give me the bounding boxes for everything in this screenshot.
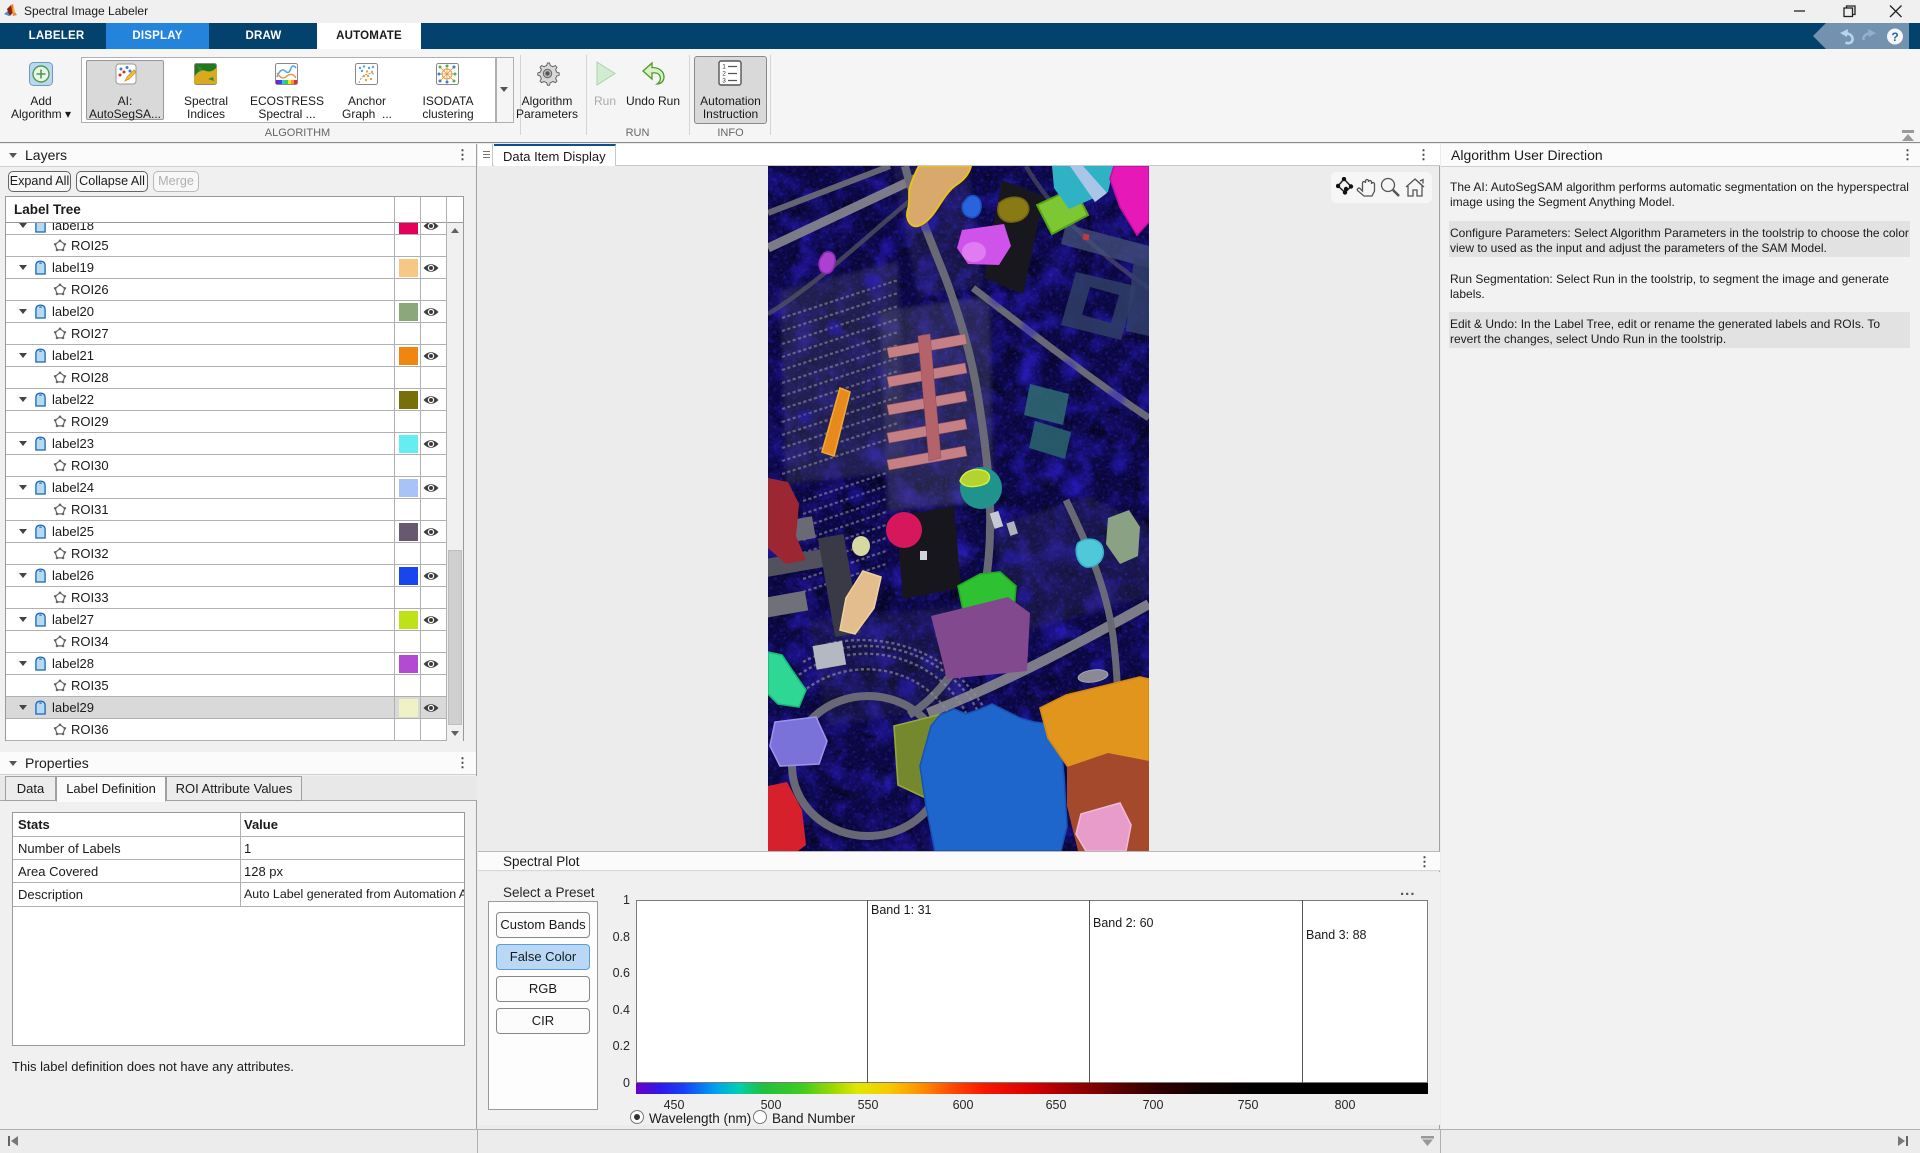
svg-text:3: 3: [722, 78, 726, 85]
svg-text:?: ?: [1891, 30, 1898, 44]
svg-text:1: 1: [722, 64, 726, 71]
svg-text:2: 2: [722, 71, 726, 78]
